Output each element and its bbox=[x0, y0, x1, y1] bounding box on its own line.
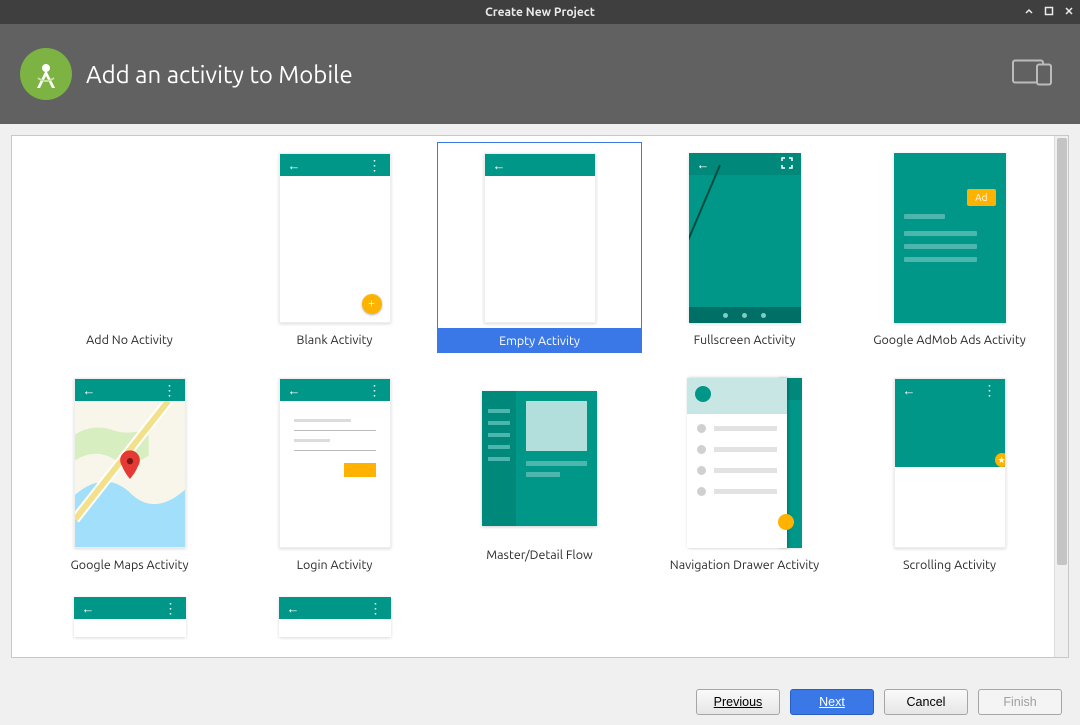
thumbnail-scrolling: ★ bbox=[892, 373, 1007, 553]
page-title: Add an activity to Mobile bbox=[86, 61, 353, 88]
ad-badge-icon: Ad bbox=[967, 189, 995, 206]
wizard-header: Add an activity to Mobile bbox=[0, 24, 1080, 124]
overflow-menu-icon bbox=[368, 382, 382, 399]
overflow-menu-icon bbox=[369, 600, 383, 617]
template-label: Login Activity bbox=[247, 553, 422, 577]
template-label: Navigation Drawer Activity bbox=[657, 553, 832, 577]
template-login-activity[interactable]: Login Activity bbox=[247, 367, 422, 577]
back-arrow-icon bbox=[493, 158, 506, 173]
previous-button[interactable]: Previous bbox=[696, 689, 780, 715]
window-controls bbox=[1024, 0, 1074, 24]
back-arrow-icon bbox=[288, 383, 301, 398]
minimize-icon[interactable] bbox=[1024, 6, 1034, 19]
template-google-maps-activity[interactable]: Google Maps Activity bbox=[42, 367, 217, 577]
back-arrow-icon bbox=[287, 601, 300, 616]
android-studio-logo-icon bbox=[20, 48, 72, 100]
thumbnail-admob: Ad bbox=[892, 148, 1007, 328]
form-factor-icon bbox=[1012, 58, 1056, 91]
next-button-label: Next bbox=[819, 695, 845, 709]
titlebar: Create New Project bbox=[0, 0, 1080, 24]
template-navigation-drawer-activity[interactable]: Navigation Drawer Activity bbox=[657, 367, 832, 577]
avatar-icon bbox=[695, 386, 711, 402]
template-label: Google Maps Activity bbox=[42, 553, 217, 577]
template-scrolling-activity[interactable]: ★ Scrolling Activity bbox=[862, 367, 1037, 577]
template-fullscreen-activity[interactable]: Fullscreen Activity bbox=[657, 142, 832, 353]
maximize-icon[interactable] bbox=[1044, 6, 1054, 19]
window-title: Create New Project bbox=[485, 6, 595, 19]
cancel-button[interactable]: Cancel bbox=[884, 689, 968, 715]
close-icon[interactable] bbox=[1064, 6, 1074, 19]
template-scroll-area[interactable]: Add No Activity + Blank Activity bbox=[12, 136, 1054, 657]
overflow-menu-icon bbox=[164, 600, 178, 617]
back-arrow-icon bbox=[697, 157, 710, 172]
template-admob-activity[interactable]: Ad Google AdMob Ads Activity bbox=[862, 142, 1037, 353]
thumbnail-none bbox=[72, 148, 187, 328]
template-master-detail-flow[interactable]: Master/Detail Flow bbox=[452, 367, 627, 577]
thumbnail-empty bbox=[482, 148, 597, 328]
template-label: Blank Activity bbox=[247, 328, 422, 352]
fab-plus-icon: + bbox=[362, 294, 382, 314]
thumbnail-maps bbox=[72, 373, 187, 553]
template-blank-activity[interactable]: + Blank Activity bbox=[247, 142, 422, 353]
fab-icon bbox=[778, 514, 794, 530]
finish-button-label: Finish bbox=[1003, 695, 1036, 709]
fab-star-icon: ★ bbox=[995, 453, 1006, 467]
thumbnail-fullscreen bbox=[687, 148, 802, 328]
template-partial-2[interactable] bbox=[247, 591, 422, 637]
previous-button-label: Previous bbox=[714, 695, 763, 709]
thumbnail-blank: + bbox=[277, 148, 392, 328]
back-arrow-icon bbox=[903, 383, 916, 398]
overflow-menu-icon bbox=[163, 382, 177, 399]
content-scrollbar[interactable] bbox=[1054, 136, 1068, 657]
thumbnail-master-detail bbox=[482, 373, 597, 543]
wizard-footer: Previous Next Cancel Finish bbox=[0, 679, 1080, 725]
back-arrow-icon bbox=[83, 383, 96, 398]
back-arrow-icon bbox=[82, 601, 95, 616]
template-label: Empty Activity bbox=[437, 329, 642, 353]
next-button[interactable]: Next bbox=[790, 689, 874, 715]
template-label: Scrolling Activity bbox=[862, 553, 1037, 577]
cancel-button-label: Cancel bbox=[907, 695, 946, 709]
thumbnail-login bbox=[277, 373, 392, 553]
template-empty-activity[interactable]: Empty Activity bbox=[452, 142, 627, 353]
template-label: Fullscreen Activity bbox=[657, 328, 832, 352]
finish-button: Finish bbox=[978, 689, 1062, 715]
template-partial-1[interactable] bbox=[42, 591, 217, 637]
template-label: Add No Activity bbox=[42, 328, 217, 352]
back-arrow-icon bbox=[288, 158, 301, 173]
thumbnail-nav-drawer bbox=[687, 373, 802, 553]
template-label: Google AdMob Ads Activity bbox=[862, 328, 1037, 352]
template-gallery: Add No Activity + Blank Activity bbox=[11, 135, 1069, 658]
template-label: Master/Detail Flow bbox=[452, 543, 627, 567]
overflow-menu-icon bbox=[368, 157, 382, 174]
template-add-no-activity[interactable]: Add No Activity bbox=[42, 142, 217, 353]
fullscreen-expand-icon bbox=[781, 157, 793, 172]
overflow-menu-icon bbox=[983, 382, 997, 399]
